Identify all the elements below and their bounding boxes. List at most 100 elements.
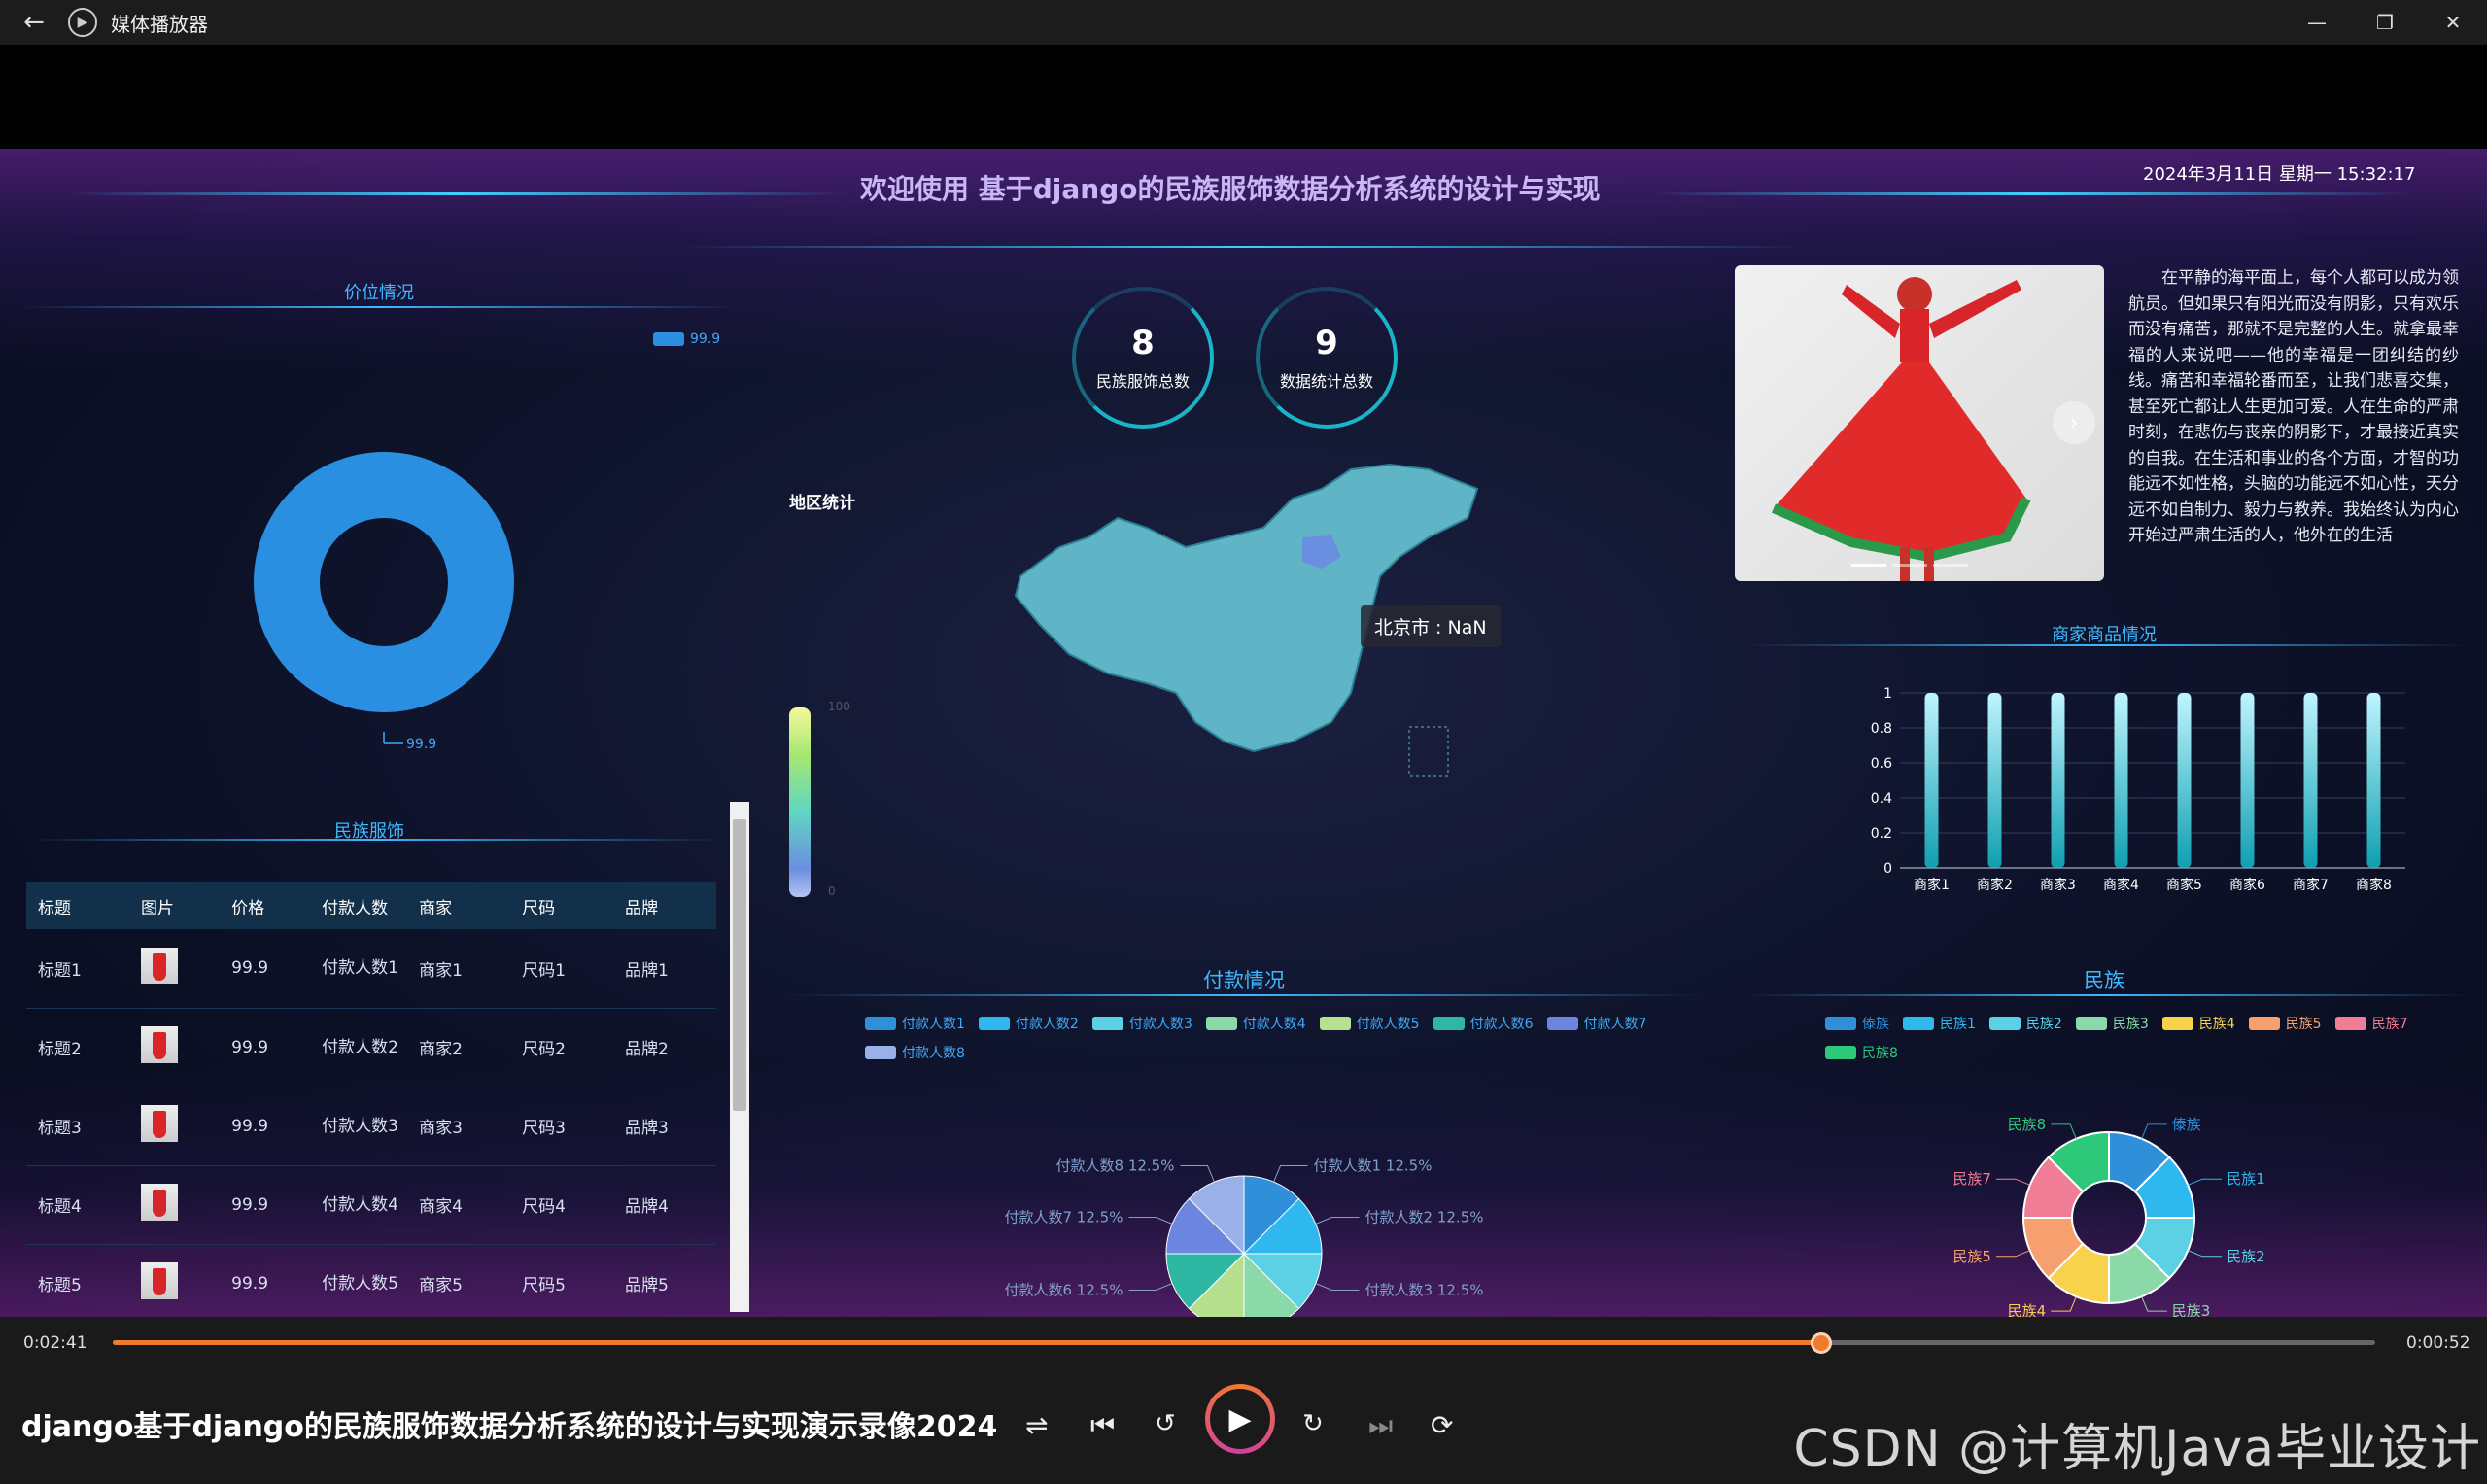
dress-thumbnail[interactable] (140, 1184, 178, 1221)
col-header-brand[interactable]: 品牌 (613, 882, 716, 929)
payment-pie-chart: 付款人数1 12.5%付款人数2 12.5%付款人数3 12.5%付款人数4 1… (1004, 1156, 1484, 1317)
bar-ytick-label: 0.6 (1871, 756, 1892, 772)
legend-label: 付款人数7 (1583, 1017, 1647, 1032)
table-scrollbar-thumb[interactable] (733, 819, 746, 1111)
legend-item[interactable]: 付款人数8 (865, 1043, 965, 1062)
ethnic-leader-line (2188, 1178, 2223, 1186)
ethnic-slice-label: 傣族 (2172, 1116, 2201, 1133)
col-header-title[interactable]: 标题 (26, 882, 129, 929)
cell-size: 尺码1 (510, 929, 614, 1009)
carousel-dot-3[interactable] (1933, 564, 1968, 567)
cell-image (128, 929, 221, 1009)
legend-item[interactable]: 付款人数1 (865, 1014, 965, 1033)
table-row[interactable]: 标题1 99.9 付款人数1 商家1 尺码1 品牌1 (26, 929, 716, 1009)
legend-item[interactable]: 民族3 (2075, 1014, 2149, 1033)
payment-leader-line (1315, 1283, 1360, 1292)
legend-item[interactable]: 民族1 (1903, 1014, 1976, 1033)
carousel-dot-2[interactable] (1892, 564, 1927, 567)
ethnic-dress-photo (1771, 277, 2031, 581)
media-player-app-icon: ▶ (68, 8, 97, 37)
rewind-10-icon[interactable]: ↺ (1155, 1409, 1176, 1438)
cell-title: 标题2 (26, 1008, 129, 1087)
legend-item[interactable]: 傣族 (1825, 1014, 1889, 1033)
restore-button[interactable]: ❐ (2351, 0, 2419, 45)
bar-xtick-label: 商家5 (2166, 877, 2202, 893)
legend-item[interactable]: 民族4 (2161, 1014, 2235, 1033)
price-section-line (19, 306, 739, 308)
map-visual-scale[interactable] (789, 707, 811, 897)
payment-slice-label: 付款人数7 12.5% (1004, 1208, 1123, 1225)
close-button[interactable]: ✕ (2419, 0, 2487, 45)
price-legend-swatch (653, 332, 684, 346)
dress-thumbnail[interactable] (140, 1262, 178, 1299)
dress-thumbnail[interactable] (140, 1026, 178, 1063)
legend-item[interactable]: 付款人数4 (1205, 1014, 1306, 1033)
legend-item[interactable]: 民族2 (1988, 1014, 2062, 1033)
table-header-row: 标题 图片 价格 付款人数 商家 尺码 品牌 (26, 882, 716, 929)
ethnic-leader-line (2188, 1250, 2223, 1258)
carousel-dot-1[interactable] (1851, 564, 1886, 567)
cell-payers: 付款人数4 (310, 1165, 408, 1245)
forward-30-icon[interactable]: ↻ (1302, 1409, 1324, 1438)
legend-item[interactable]: 付款人数2 (978, 1014, 1079, 1033)
legend-label: 民族5 (2285, 1017, 2322, 1032)
legend-item[interactable]: 付款人数7 (1546, 1014, 1647, 1033)
legend-item[interactable]: 付款人数3 (1091, 1014, 1192, 1033)
legend-label: 民族3 (2112, 1017, 2149, 1032)
col-header-payers[interactable]: 付款人数 (310, 882, 408, 929)
price-legend[interactable]: 99.9 (653, 331, 720, 347)
cell-price: 99.9 (220, 929, 311, 1009)
map-scale-min: 0 (828, 884, 836, 898)
table-row[interactable]: 标题2 99.9 付款人数2 商家2 尺码2 品牌2 (26, 1008, 716, 1087)
play-button[interactable]: ▶ (1205, 1384, 1275, 1454)
legend-swatch (2248, 1017, 2280, 1030)
dress-thumbnail[interactable] (140, 1105, 178, 1142)
payment-leader-line (1128, 1216, 1173, 1225)
stat-data-total-value: 9 (1315, 324, 1338, 362)
dress-thumbnail[interactable] (140, 947, 178, 984)
cell-image (128, 1087, 221, 1166)
col-header-size[interactable]: 尺码 (510, 882, 614, 929)
table-row[interactable]: 标题4 99.9 付款人数4 商家4 尺码4 品牌4 (26, 1165, 716, 1245)
payment-legend[interactable]: 付款人数1 付款人数2 付款人数3 付款人数4 付款人数5 付款人数6 付款人数7 付款人数8 (865, 1014, 1710, 1072)
ethnic-legend[interactable]: 傣族 民族1 民族2 民族3 民族4 民族5 民族7 民族8 (1825, 1014, 2447, 1072)
legend-item[interactable]: 民族8 (1825, 1043, 1898, 1062)
col-header-merchant[interactable]: 商家 (407, 882, 511, 929)
carousel-next-arrow[interactable]: › (2053, 401, 2095, 444)
cell-merchant: 商家5 (407, 1244, 511, 1317)
price-slice-99.9 (254, 452, 514, 712)
shuffle-icon[interactable]: ⇌ (1025, 1409, 1048, 1441)
legend-label: 付款人数3 (1128, 1017, 1192, 1032)
stat-data-total: 9 数据统计总数 (1256, 287, 1398, 429)
cell-size: 尺码2 (510, 1008, 614, 1087)
video-frame[interactable]: 欢迎使用 基于django的民族服饰数据分析系统的设计与实现 2024年3月11… (0, 149, 2487, 1317)
legend-item[interactable]: 付款人数5 (1319, 1014, 1420, 1033)
ethnic-leader-line (1995, 1250, 2030, 1258)
legend-item[interactable]: 付款人数6 (1433, 1014, 1534, 1033)
map-scale-max: 100 (828, 700, 850, 713)
minimize-button[interactable]: — (2283, 0, 2351, 45)
bar-xtick-label: 商家2 (1977, 877, 2013, 893)
next-icon[interactable]: ⏭ (1368, 1409, 1393, 1442)
cell-price: 99.9 (220, 1244, 311, 1317)
table-row[interactable]: 标题5 99.9 付款人数5 商家5 尺码5 品牌5 (26, 1244, 716, 1317)
clothing-photo-carousel[interactable]: › (1735, 265, 2104, 581)
legend-item[interactable]: 民族5 (2248, 1014, 2322, 1033)
table-scrollbar[interactable] (730, 802, 749, 1312)
ethnic-slice-label: 民族8 (2008, 1116, 2047, 1133)
back-arrow-icon[interactable]: ← (0, 8, 68, 37)
ethnic-leader-line (2141, 1296, 2167, 1312)
col-header-price[interactable]: 价格 (220, 882, 311, 929)
seek-bar-thumb[interactable] (1810, 1332, 1832, 1354)
legend-label: 付款人数5 (1356, 1017, 1420, 1032)
legend-swatch (978, 1017, 1010, 1030)
legend-item[interactable]: 民族7 (2334, 1014, 2408, 1033)
repeat-off-icon[interactable]: ⟳ (1431, 1409, 1453, 1441)
payment-section-title: 付款情况 (1203, 969, 1285, 992)
col-header-image[interactable]: 图片 (128, 882, 221, 929)
previous-icon[interactable]: ⏮ (1090, 1409, 1115, 1442)
seek-bar[interactable] (113, 1332, 2375, 1354)
table-row[interactable]: 标题3 99.9 付款人数3 商家3 尺码3 品牌3 (26, 1087, 716, 1166)
payment-section-line (787, 994, 1701, 996)
bar-ytick-label: 1 (1883, 686, 1892, 702)
